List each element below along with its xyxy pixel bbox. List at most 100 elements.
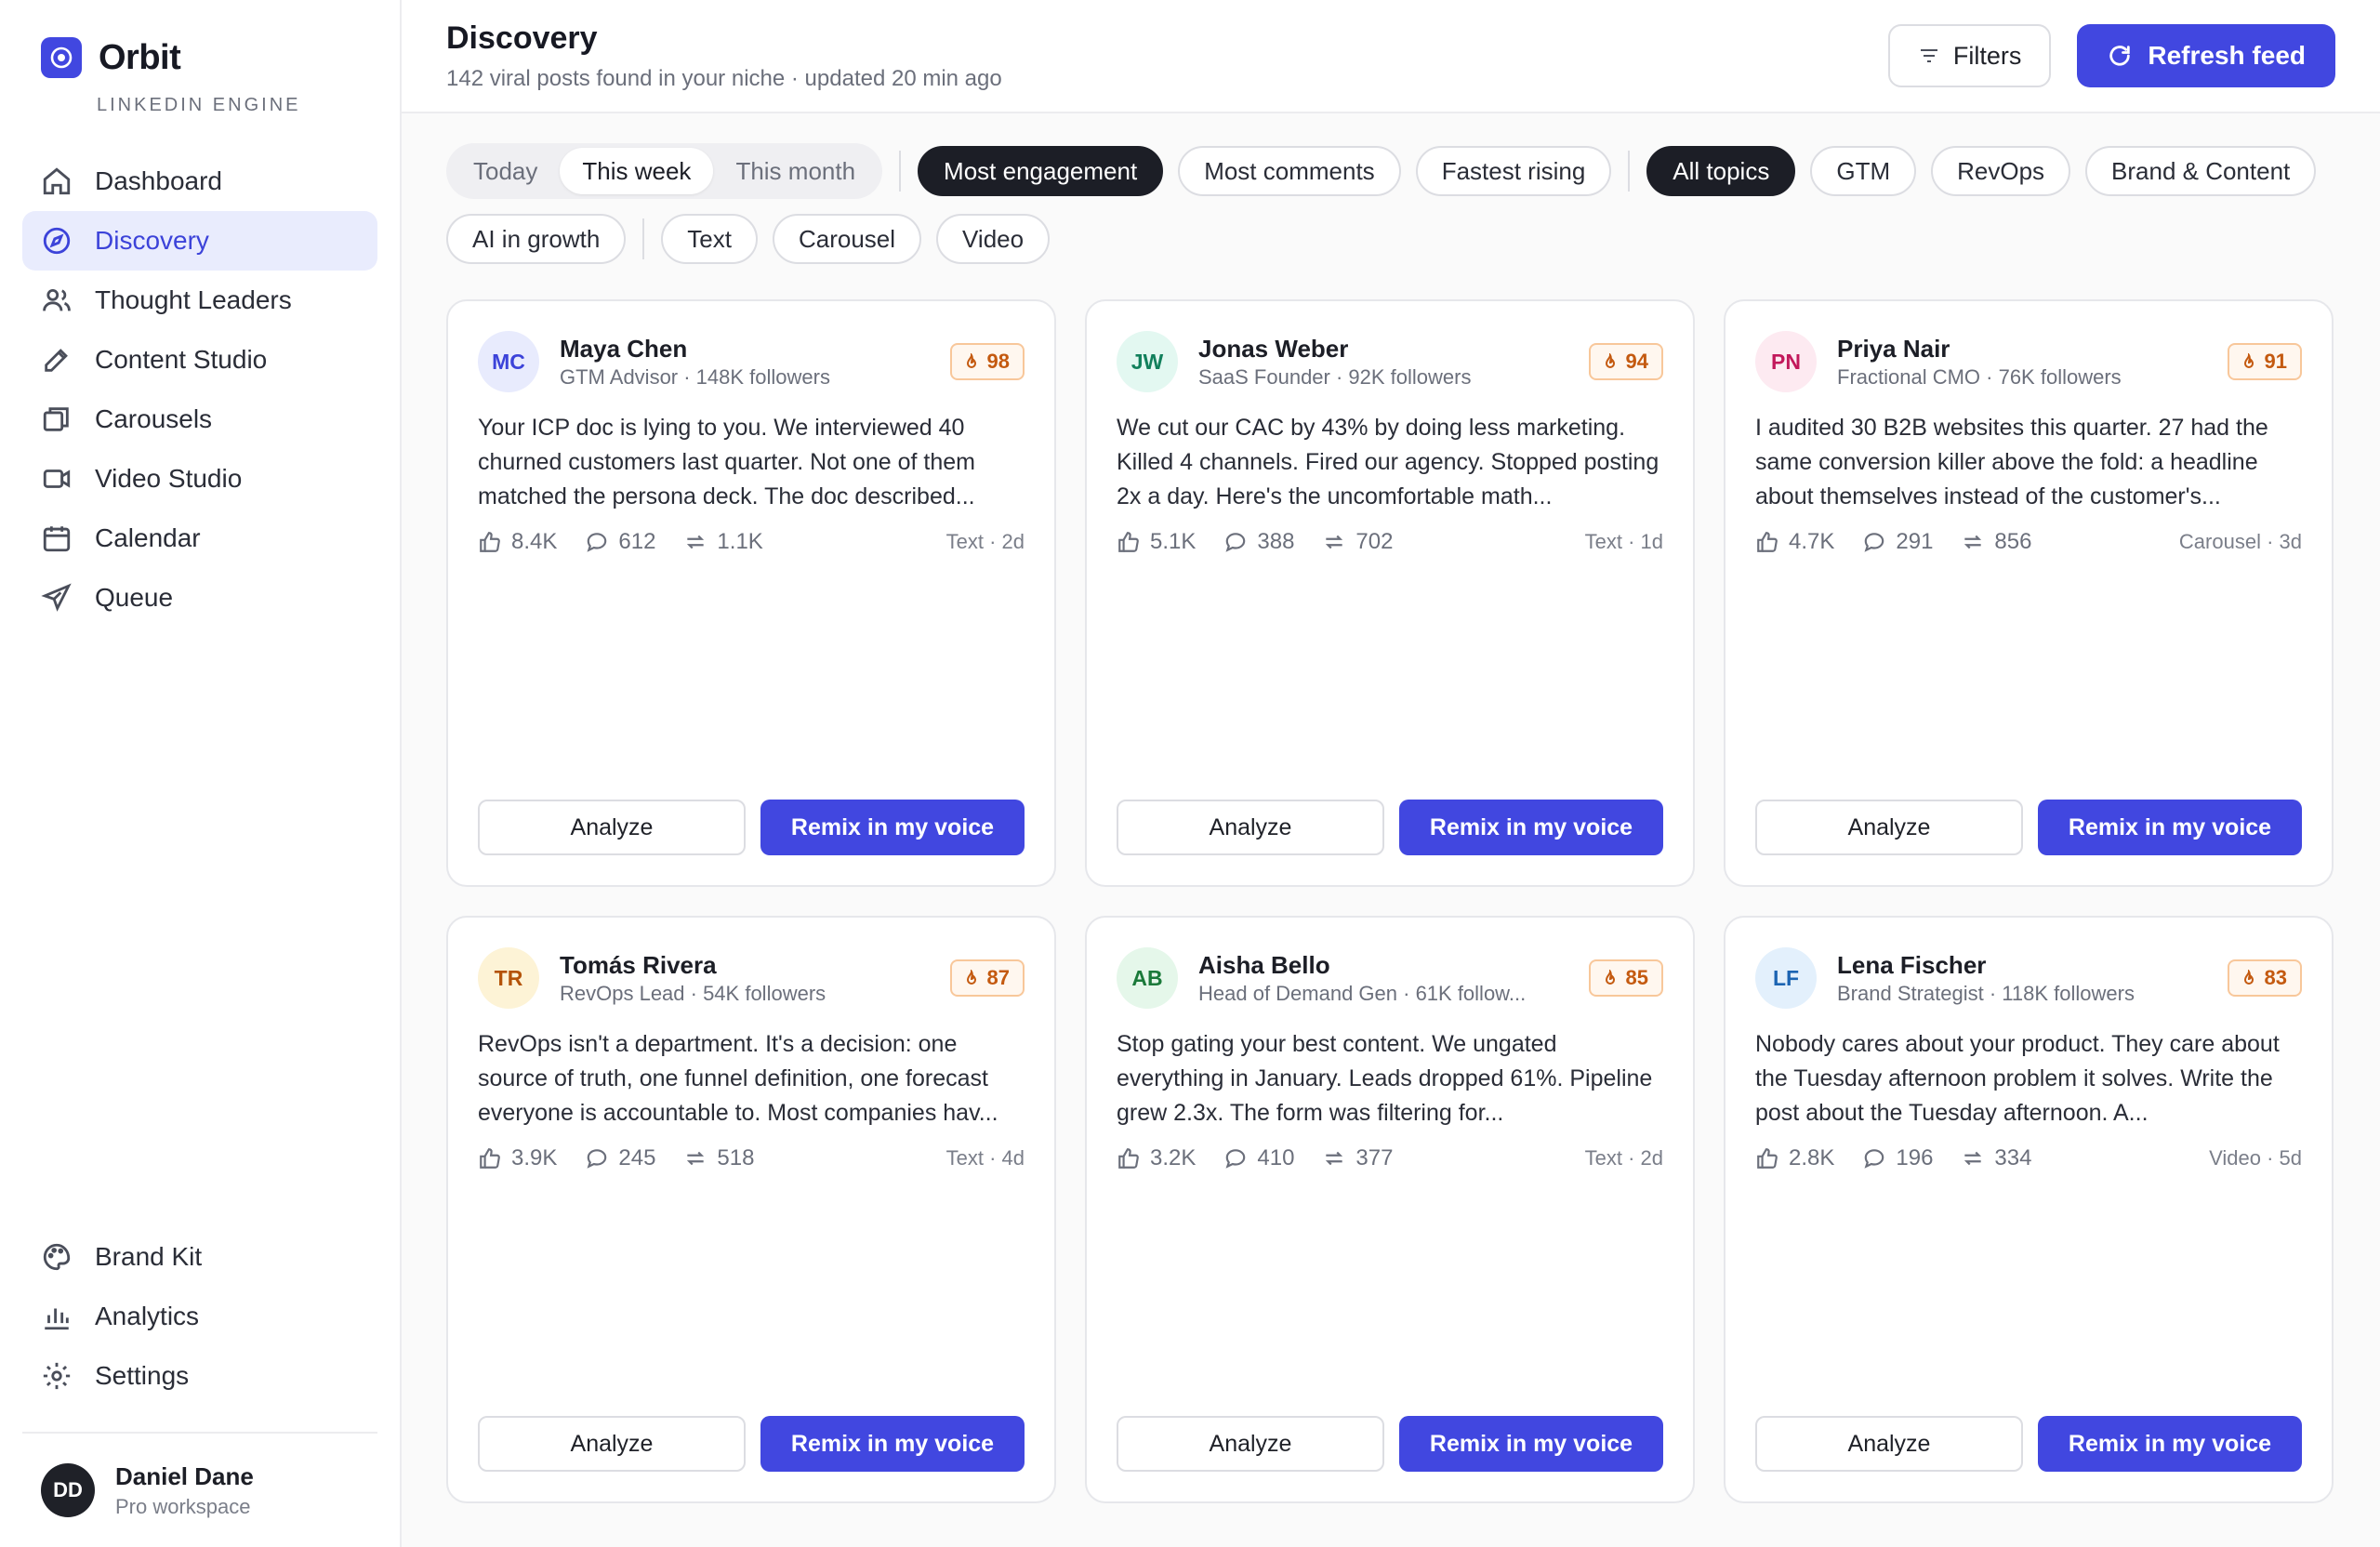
- card-spacer: [1117, 555, 1663, 800]
- remix-in-my-voice-button[interactable]: Remix in my voice: [760, 800, 1025, 855]
- avatar[interactable]: LF: [1755, 947, 1817, 1009]
- author-name[interactable]: Lena Fischer: [1837, 951, 2216, 980]
- reposts-stat: 856: [1961, 529, 2031, 555]
- sidebar-item-dashboard[interactable]: Dashboard: [22, 152, 377, 211]
- author-name[interactable]: Aisha Bello: [1198, 951, 1578, 980]
- sidebar-item-calendar[interactable]: Calendar: [22, 509, 377, 568]
- flame-icon: [966, 970, 976, 985]
- brand-subtitle: LINKEDIN ENGINE: [97, 95, 301, 115]
- likes-stat: 3.9K: [478, 1145, 557, 1171]
- reposts-stat: 377: [1322, 1145, 1393, 1171]
- repost-icon: [1964, 1151, 1982, 1166]
- flame-icon: [966, 353, 976, 368]
- range-this-month[interactable]: This month: [713, 148, 878, 194]
- post-text[interactable]: Nobody cares about your product. They ca…: [1755, 1027, 2302, 1130]
- author-name[interactable]: Tomás Rivera: [560, 951, 939, 980]
- card-spacer: [1755, 1171, 2302, 1416]
- avatar[interactable]: AB: [1117, 947, 1178, 1009]
- format-video[interactable]: Video: [936, 214, 1051, 264]
- author-info: Priya Nair Fractional CMO · 76K follower…: [1837, 335, 2216, 390]
- remix-in-my-voice-button[interactable]: Remix in my voice: [2038, 1416, 2302, 1472]
- avatar[interactable]: TR: [478, 947, 539, 1009]
- topic-brand-content[interactable]: Brand & Content: [2085, 146, 2317, 196]
- sidebar-item-discovery[interactable]: Discovery: [22, 211, 377, 271]
- post-text[interactable]: Your ICP doc is lying to you. We intervi…: [478, 411, 1025, 514]
- author-info: Aisha Bello Head of Demand Gen · 61K fol…: [1198, 951, 1578, 1006]
- sidebar-item-settings[interactable]: Settings: [22, 1346, 377, 1406]
- author-info: Tomás Rivera RevOps Lead · 54K followers: [560, 951, 939, 1006]
- avatar[interactable]: PN: [1755, 331, 1817, 392]
- analyze-button[interactable]: Analyze: [1117, 800, 1384, 855]
- home-icon: [43, 167, 71, 195]
- flame-icon: [1605, 970, 1615, 985]
- topic-all[interactable]: All topics: [1646, 146, 1796, 196]
- format-text[interactable]: Text: [661, 214, 758, 264]
- sidebar-item-label: Carousels: [95, 404, 213, 433]
- viral-score-badge: 98: [949, 343, 1025, 380]
- analyze-button[interactable]: Analyze: [478, 800, 746, 855]
- range-today[interactable]: Today: [451, 148, 560, 194]
- remix-in-my-voice-button[interactable]: Remix in my voice: [1399, 1416, 1663, 1472]
- analyze-button[interactable]: Analyze: [478, 1416, 746, 1472]
- sidebar-item-analytics[interactable]: Analytics: [22, 1287, 377, 1346]
- viral-score-badge: 87: [949, 959, 1025, 997]
- bar-chart-icon: [45, 1308, 69, 1330]
- reposts-count: 334: [1994, 1145, 2032, 1170]
- remix-in-my-voice-button[interactable]: Remix in my voice: [1399, 800, 1663, 855]
- page-subtitle: 142 viral posts found in your niche · up…: [446, 65, 1002, 91]
- remix-in-my-voice-button[interactable]: Remix in my voice: [760, 1416, 1025, 1472]
- post-text[interactable]: RevOps isn't a department. It's a decisi…: [478, 1027, 1025, 1130]
- sidebar-item-video-studio[interactable]: Video Studio: [22, 449, 377, 509]
- author-meta: Head of Demand Gen · 61K follow...: [1198, 981, 1527, 1005]
- post-text[interactable]: We cut our CAC by 43% by doing less mark…: [1117, 411, 1663, 514]
- analyze-button[interactable]: Analyze: [1117, 1416, 1384, 1472]
- page-title: Discovery: [446, 20, 598, 56]
- post-text[interactable]: I audited 30 B2B websites this quarter. …: [1755, 411, 2302, 514]
- sidebar-item-queue[interactable]: Queue: [22, 568, 377, 628]
- range-this-week[interactable]: This week: [560, 148, 714, 194]
- sort-most-engagement[interactable]: Most engagement: [918, 146, 1164, 196]
- likes-stat: 4.7K: [1755, 529, 1834, 555]
- likes-stat: 2.8K: [1755, 1145, 1834, 1171]
- card-spacer: [1755, 555, 2302, 800]
- refresh-feed-button[interactable]: Refresh feed: [2077, 24, 2335, 87]
- viral-score: 85: [1625, 966, 1648, 989]
- sidebar-item-content-studio[interactable]: Content Studio: [22, 330, 377, 390]
- likes-count: 3.2K: [1150, 1145, 1197, 1170]
- sort-most-comments[interactable]: Most comments: [1178, 146, 1401, 196]
- user-profile[interactable]: DD Daniel Dane Pro workspace: [22, 1432, 377, 1547]
- comment-icon: [1225, 533, 1246, 552]
- topic-ai-in-growth[interactable]: AI in growth: [446, 214, 627, 264]
- sidebar: Orbit LINKEDIN ENGINE Dashboard Discover…: [0, 0, 402, 1547]
- sidebar-item-carousels[interactable]: Carousels: [22, 390, 377, 449]
- comments-count: 196: [1896, 1145, 1934, 1170]
- post-card-header: PN Priya Nair Fractional CMO · 76K follo…: [1755, 331, 2302, 392]
- filter-icon: [1920, 49, 1937, 62]
- sort-fastest-rising[interactable]: Fastest rising: [1415, 146, 1612, 196]
- time-range-segmented: Today This week This month: [446, 143, 883, 199]
- sidebar-item-label: Discovery: [95, 226, 209, 255]
- author-name[interactable]: Maya Chen: [560, 335, 939, 364]
- analyze-button[interactable]: Analyze: [1755, 800, 2023, 855]
- sidebar-item-thought-leaders[interactable]: Thought Leaders: [22, 271, 377, 330]
- post-card-actions: Analyze Remix in my voice: [1117, 800, 1663, 855]
- gear-icon: [43, 1362, 71, 1390]
- brand[interactable]: Orbit: [22, 37, 377, 78]
- filters-button[interactable]: Filters: [1887, 24, 2052, 87]
- format-carousel[interactable]: Carousel: [772, 214, 922, 264]
- topic-gtm[interactable]: GTM: [1810, 146, 1917, 196]
- sidebar-item-brand-kit[interactable]: Brand Kit: [22, 1227, 377, 1287]
- post-stats: 3.2K 410 377 Text · 2d: [1117, 1145, 1663, 1171]
- post-card: PN Priya Nair Fractional CMO · 76K follo…: [1724, 299, 2334, 887]
- author-name[interactable]: Priya Nair: [1837, 335, 2216, 364]
- analyze-button[interactable]: Analyze: [1755, 1416, 2023, 1472]
- avatar[interactable]: JW: [1117, 331, 1178, 392]
- post-card-actions: Analyze Remix in my voice: [478, 1416, 1025, 1472]
- post-text[interactable]: Stop gating your best content. We ungate…: [1117, 1027, 1663, 1130]
- avatar[interactable]: MC: [478, 331, 539, 392]
- user-plan: Pro workspace: [115, 1494, 251, 1518]
- topic-revops[interactable]: RevOps: [1931, 146, 2071, 196]
- remix-in-my-voice-button[interactable]: Remix in my voice: [2038, 800, 2302, 855]
- author-name[interactable]: Jonas Weber: [1198, 335, 1578, 364]
- post-card-header: AB Aisha Bello Head of Demand Gen · 61K …: [1117, 947, 1663, 1009]
